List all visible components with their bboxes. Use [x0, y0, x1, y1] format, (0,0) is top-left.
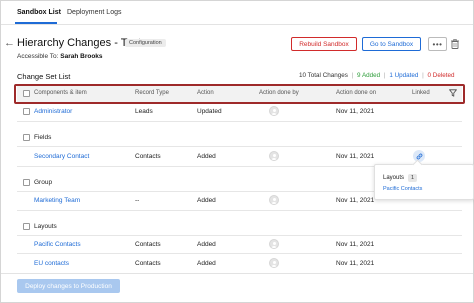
- change-totals: 10 Total Changes | 9 Added | 1 Updated |…: [299, 72, 454, 79]
- group-label-group: Group: [34, 179, 53, 186]
- row-divider: [17, 166, 374, 167]
- more-options-button[interactable]: •••: [428, 37, 447, 51]
- action-date: Nov 11, 2021: [336, 241, 375, 248]
- action: Added: [197, 260, 216, 267]
- row-divider: [17, 210, 462, 211]
- top-tabs: Sandbox List Deployment Logs: [1, 1, 473, 25]
- type-badge: Configuration: [125, 39, 166, 47]
- separator: |: [422, 72, 424, 79]
- item-link-secondary-contact[interactable]: Secondary Contact: [34, 153, 89, 160]
- action: Updated: [197, 108, 222, 115]
- row-divider: [17, 146, 462, 147]
- row-divider: [17, 235, 462, 236]
- page-title: Hierarchy Changes - Test: [17, 37, 141, 49]
- action: Added: [197, 197, 216, 204]
- separator: |: [383, 72, 386, 79]
- row-divider: [17, 253, 462, 254]
- item-link-administrator[interactable]: Administrator: [34, 108, 72, 115]
- separator: |: [351, 72, 354, 79]
- group-checkbox-fields[interactable]: [23, 134, 30, 141]
- updated-count[interactable]: 1 Updated: [389, 72, 418, 79]
- avatar: [269, 151, 279, 161]
- row-divider: [17, 191, 374, 192]
- avatar: [269, 195, 279, 205]
- trash-icon[interactable]: [451, 39, 459, 49]
- go-to-sandbox-button[interactable]: Go to Sandbox: [362, 37, 421, 51]
- item-link-eu-contacts[interactable]: EU contacts: [34, 260, 69, 267]
- avatar: [269, 106, 279, 116]
- action: Added: [197, 153, 216, 160]
- action: Added: [197, 241, 216, 248]
- item-link-pacific-contacts[interactable]: Pacific Contacts: [34, 241, 81, 248]
- footer-divider: [1, 273, 473, 274]
- popover-title: Layouts: [383, 175, 405, 181]
- header-highlight-box: [14, 84, 465, 104]
- record-type: Leads: [135, 108, 153, 115]
- group-label-layouts: Layouts: [34, 223, 57, 230]
- record-type: Contacts: [135, 241, 161, 248]
- record-type: --: [135, 197, 140, 204]
- active-tab-indicator: [15, 22, 57, 24]
- avatar: [269, 239, 279, 249]
- group-checkbox-layouts[interactable]: [23, 223, 30, 230]
- tab-sandbox-list[interactable]: Sandbox List: [17, 9, 61, 16]
- record-type: Contacts: [135, 260, 161, 267]
- rebuild-sandbox-button[interactable]: Rebuild Sandbox: [291, 37, 357, 51]
- group-checkbox-group[interactable]: [23, 179, 30, 186]
- action-date: Nov 11, 2021: [336, 260, 375, 267]
- back-arrow-icon[interactable]: ←: [4, 38, 15, 49]
- group-label-fields: Fields: [34, 134, 52, 141]
- action-date: Nov 11, 2021: [336, 197, 375, 204]
- action-date: Nov 11, 2021: [336, 108, 375, 115]
- record-type: Contacts: [135, 153, 161, 160]
- deploy-to-production-button[interactable]: Deploy changes to Production: [17, 279, 120, 293]
- tab-deployment-logs[interactable]: Deployment Logs: [67, 9, 121, 16]
- linked-items-popover: Layouts 1 Pacific Contacts: [374, 159, 474, 200]
- added-count[interactable]: 9 Added: [357, 72, 380, 79]
- action-date: Nov 11, 2021: [336, 153, 375, 160]
- change-set-title: Change Set List: [17, 72, 71, 81]
- app-window: Sandbox List Deployment Logs ← Hierarchy…: [0, 0, 474, 303]
- item-link-marketing-team[interactable]: Marketing Team: [34, 197, 80, 204]
- accessible-user: Sarah Brooks: [60, 53, 103, 60]
- accessible-to: Accessible To: Sarah Brooks: [17, 53, 103, 60]
- avatar: [269, 258, 279, 268]
- row-divider: [17, 121, 462, 122]
- accessible-label: Accessible To:: [17, 53, 59, 60]
- deleted-count[interactable]: 0 Deleted: [428, 72, 455, 79]
- total-changes: 10 Total Changes: [299, 72, 348, 79]
- popover-count-badge: 1: [408, 174, 418, 182]
- link-icon: [416, 153, 422, 159]
- popover-link-pacific-contacts[interactable]: Pacific Contacts: [383, 186, 422, 192]
- row-checkbox[interactable]: [23, 108, 30, 115]
